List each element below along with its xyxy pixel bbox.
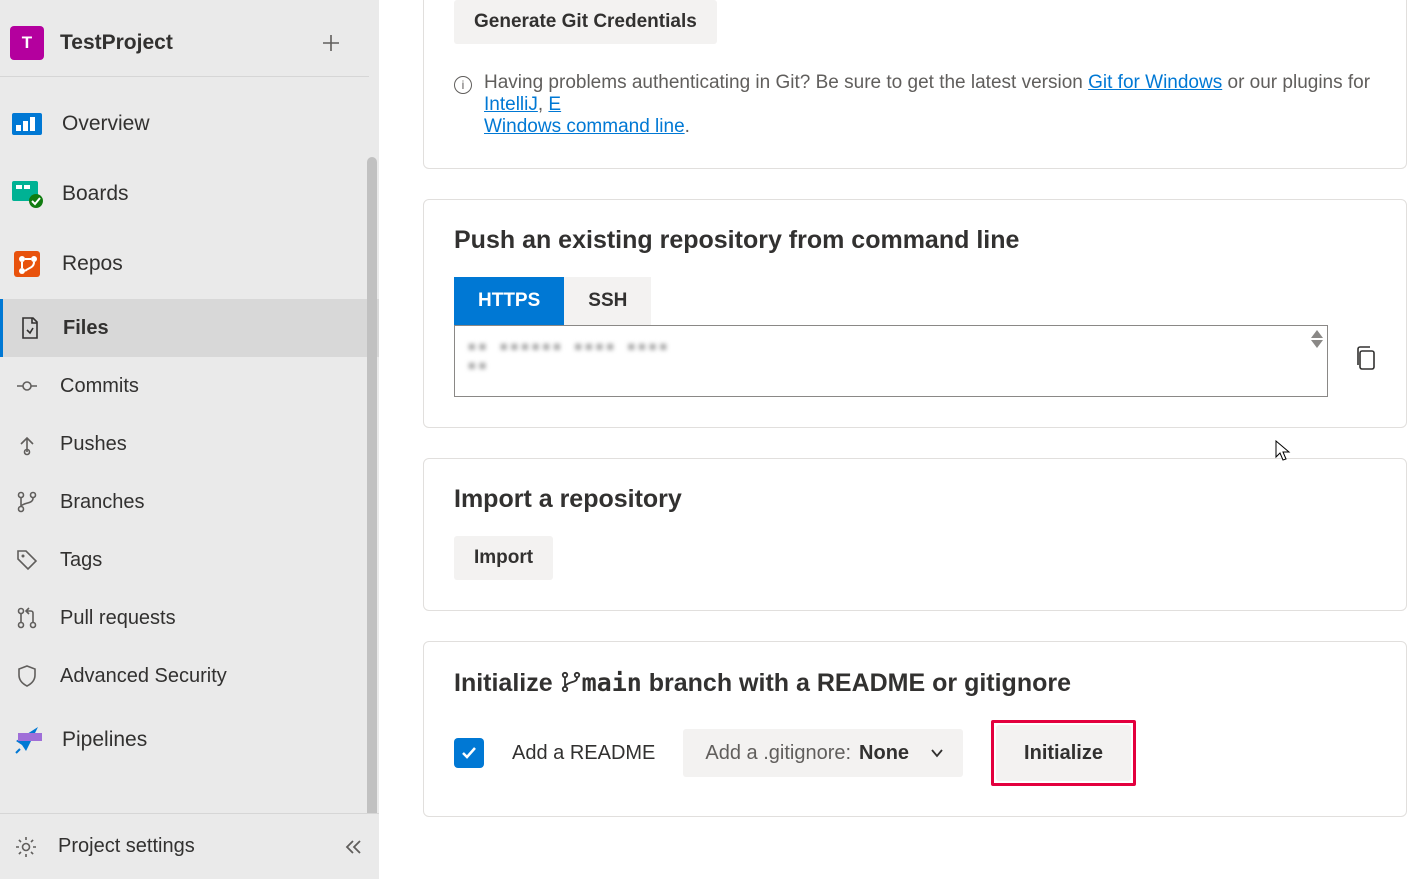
info-icon: i	[454, 76, 472, 94]
nav-overview[interactable]: Overview	[0, 89, 379, 159]
nav-label: Advanced Security	[60, 665, 227, 688]
nav-label: Boards	[62, 182, 129, 206]
commits-icon	[14, 373, 40, 399]
push-heading: Push an existing repository from command…	[454, 226, 1376, 255]
boards-icon	[10, 177, 44, 211]
tags-icon	[14, 547, 40, 573]
pull-requests-icon	[14, 605, 40, 631]
nav-label: Overview	[62, 112, 150, 136]
add-button[interactable]	[313, 31, 349, 55]
sidebar: T TestProject Overview Boards	[0, 0, 379, 879]
shield-icon	[14, 663, 40, 689]
add-readme-checkbox[interactable]	[454, 738, 484, 768]
info-text: Having problems authenticating in Git? B…	[484, 72, 1376, 138]
nav-branches[interactable]: Branches	[0, 473, 379, 531]
import-button[interactable]: Import	[454, 536, 553, 580]
nav-tags[interactable]: Tags	[0, 531, 379, 589]
git-for-windows-link[interactable]: Git for Windows	[1088, 72, 1222, 93]
nav-label: Files	[63, 317, 109, 340]
branches-icon	[14, 489, 40, 515]
generate-credentials-button[interactable]: Generate Git Credentials	[454, 0, 717, 44]
initialize-highlight: Initialize	[991, 720, 1136, 786]
nav-label: Commits	[60, 375, 139, 398]
initialize-heading: Initialize main branch with a README or …	[454, 668, 1376, 698]
project-settings-link[interactable]: Project settings	[58, 835, 343, 858]
truncated-link[interactable]: E	[548, 94, 561, 115]
textarea-spinner[interactable]	[1311, 330, 1323, 348]
project-title[interactable]: TestProject	[60, 31, 313, 55]
chevron-down-icon	[929, 745, 945, 761]
protocol-tabs: HTTPS SSH	[454, 277, 1376, 325]
branch-name: main	[582, 668, 642, 697]
windows-cli-link[interactable]: Windows command line	[484, 116, 685, 137]
main-content: Generate Git Credentials i Having proble…	[379, 0, 1407, 879]
nav-files[interactable]: Files	[0, 299, 379, 357]
repos-icon	[10, 247, 44, 281]
artifacts-icon-peek	[18, 733, 42, 741]
sidebar-header: T TestProject	[0, 10, 369, 77]
initialize-card: Initialize main branch with a README or …	[423, 641, 1407, 817]
copy-button[interactable]	[1354, 345, 1376, 371]
nav-label: Pipelines	[62, 728, 147, 752]
nav-label: Repos	[62, 252, 123, 276]
check-icon	[460, 744, 478, 762]
nav-label: Pushes	[60, 433, 127, 456]
import-card: Import a repository Import	[423, 458, 1407, 611]
nav-commits[interactable]: Commits	[0, 357, 379, 415]
nav-label: Branches	[60, 491, 145, 514]
sidebar-scrollbar[interactable]	[367, 157, 377, 813]
push-commands-textarea[interactable]: ▪▪ ▪▪▪▪▪▪ ▪▪▪▪ ▪▪▪▪▪▪	[454, 325, 1328, 397]
pushes-icon	[14, 431, 40, 457]
nav-pull-requests[interactable]: Pull requests	[0, 589, 379, 647]
info-row: i Having problems authenticating in Git?…	[454, 72, 1376, 138]
files-icon	[17, 315, 43, 341]
gitignore-dropdown[interactable]: Add a .gitignore: None	[683, 729, 963, 777]
plus-icon	[321, 33, 341, 53]
nav-list: Overview Boards Repos	[0, 77, 379, 775]
tab-https[interactable]: HTTPS	[454, 277, 564, 325]
nav-repos[interactable]: Repos	[0, 229, 379, 299]
chevron-double-left-icon	[343, 837, 363, 857]
push-card: Push an existing repository from command…	[423, 199, 1407, 428]
credentials-card: Generate Git Credentials i Having proble…	[423, 0, 1407, 169]
collapse-sidebar-button[interactable]	[343, 837, 363, 857]
branch-icon	[560, 671, 582, 693]
nav-advanced-security[interactable]: Advanced Security	[0, 647, 379, 705]
gear-icon	[14, 835, 38, 859]
nav-pipelines[interactable]: Pipelines	[0, 705, 379, 775]
overview-icon	[10, 107, 44, 141]
add-readme-label: Add a README	[512, 742, 655, 765]
nav-repos-sub: Files Commits Pushes Branches	[0, 299, 379, 705]
copy-icon	[1354, 345, 1376, 371]
nav-pushes[interactable]: Pushes	[0, 415, 379, 473]
intellij-link[interactable]: IntelliJ	[484, 94, 538, 115]
import-heading: Import a repository	[454, 485, 1376, 514]
sidebar-footer: Project settings	[0, 813, 379, 879]
initialize-button[interactable]: Initialize	[996, 725, 1131, 781]
nav-label: Pull requests	[60, 607, 176, 630]
tab-ssh[interactable]: SSH	[564, 277, 651, 325]
nav-boards[interactable]: Boards	[0, 159, 379, 229]
project-avatar[interactable]: T	[10, 26, 44, 60]
nav-label: Tags	[60, 549, 102, 572]
